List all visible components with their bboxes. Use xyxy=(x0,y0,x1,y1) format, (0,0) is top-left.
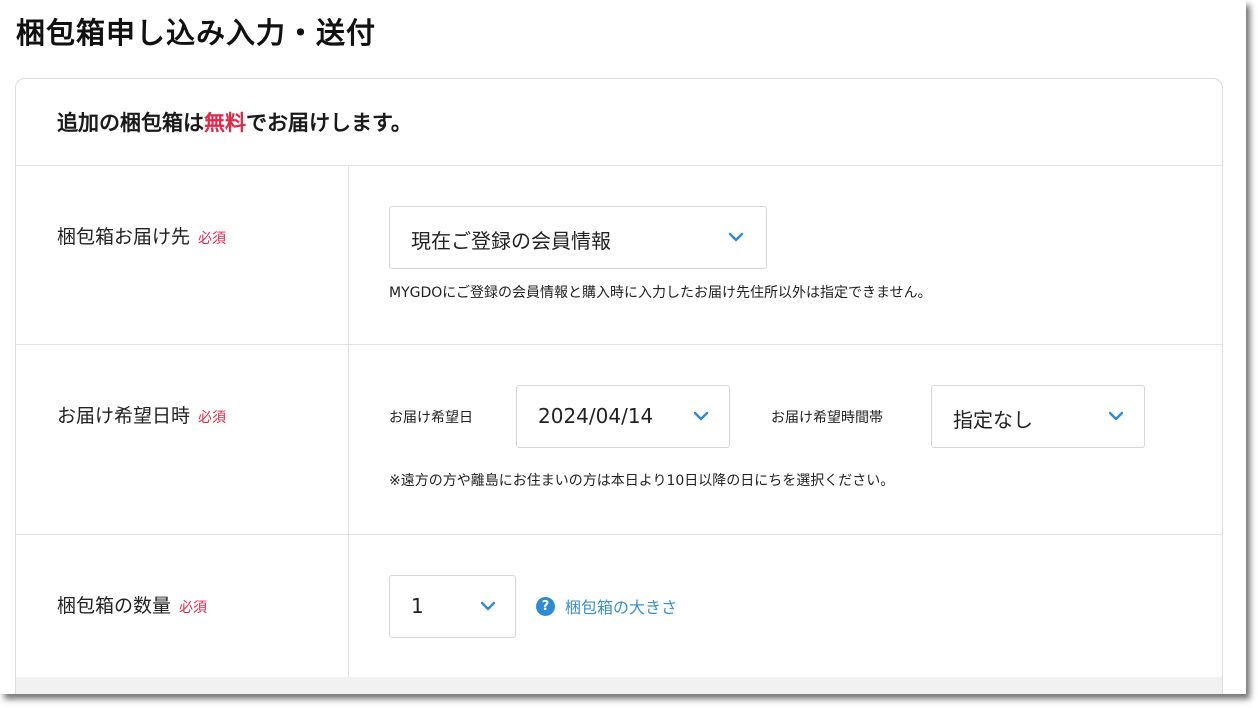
delivery-date-select[interactable]: 2024/04/14 xyxy=(516,385,730,448)
delivery-datetime-label-text: お届け希望日時 xyxy=(57,405,191,427)
chevron-down-icon xyxy=(1108,411,1124,421)
quantity-label-text: 梱包箱の数量 xyxy=(57,595,172,617)
chevron-down-icon xyxy=(693,411,709,421)
headline-free: 無料 xyxy=(204,111,246,135)
delivery-address-label-text: 梱包箱お届け先 xyxy=(57,226,191,248)
headline-pre: 追加の梱包箱は xyxy=(57,111,204,135)
delivery-date-label: お届け希望日 xyxy=(389,410,473,426)
delivery-address-label-cell: 梱包箱お届け先 必須 xyxy=(16,166,349,344)
delivery-address-note: MYGDOにご登録の会員情報と購入時に入力したお届け先住所以外は指定できません。 xyxy=(389,285,932,301)
page-title: 梱包箱申し込み入力・送付 xyxy=(16,16,377,50)
delivery-address-row: 梱包箱お届け先 必須 現在ご登録の会員情報 MYGDOにご登録の会員情報と購入時に… xyxy=(16,166,1222,345)
quantity-value: 1 xyxy=(411,594,424,618)
box-size-help-text: 梱包箱の大きさ xyxy=(565,598,678,617)
delivery-address-select[interactable]: 現在ご登録の会員情報 xyxy=(389,206,767,269)
chevron-down-icon xyxy=(728,232,744,242)
quantity-select[interactable]: 1 xyxy=(389,575,516,638)
delivery-address-value: 現在ご登録の会員情報 xyxy=(411,229,611,253)
quantity-label-cell: 梱包箱の数量 必須 xyxy=(16,535,349,694)
request-form-card: 追加の梱包箱は無料でお届けします。 梱包箱お届け先 必須 現在ご登録の会員情報 M… xyxy=(15,78,1223,694)
required-badge: 必須 xyxy=(198,410,227,426)
delivery-time-value: 指定なし xyxy=(953,408,1033,432)
bottom-section-strip xyxy=(16,677,1222,694)
card-headline: 追加の梱包箱は無料でお届けします。 xyxy=(16,79,1222,166)
box-size-help-link[interactable]: ? 梱包箱の大きさ xyxy=(536,594,677,618)
delivery-datetime-row: お届け希望日時 必須 お届け希望日 2024/04/14 お届け希望時間帯 指定な… xyxy=(16,345,1222,535)
screenshot-frame: 梱包箱申し込み入力・送付 追加の梱包箱は無料でお届けします。 梱包箱お届け先 必須… xyxy=(0,0,1246,694)
required-badge: 必須 xyxy=(179,600,208,616)
delivery-datetime-label: お届け希望日時 必須 xyxy=(57,401,226,428)
question-circle-icon: ? xyxy=(536,596,555,616)
quantity-label: 梱包箱の数量 必須 xyxy=(57,591,207,618)
chevron-down-icon xyxy=(480,601,496,611)
delivery-date-value: 2024/04/14 xyxy=(538,404,654,428)
headline-post: でお届けします。 xyxy=(246,111,412,135)
delivery-time-select[interactable]: 指定なし xyxy=(931,385,1145,448)
delivery-datetime-label-cell: お届け希望日時 必須 xyxy=(16,345,349,534)
quantity-row: 梱包箱の数量 必須 1 ? 梱包箱の大きさ xyxy=(16,535,1222,694)
delivery-time-label: お届け希望時間帯 xyxy=(771,410,883,426)
delivery-address-label: 梱包箱お届け先 必須 xyxy=(57,222,226,249)
required-badge: 必須 xyxy=(198,231,227,247)
delivery-datetime-note: ※遠方の方や離島にお住まいの方は本日より10日以降の日にちを選択ください。 xyxy=(389,473,895,489)
